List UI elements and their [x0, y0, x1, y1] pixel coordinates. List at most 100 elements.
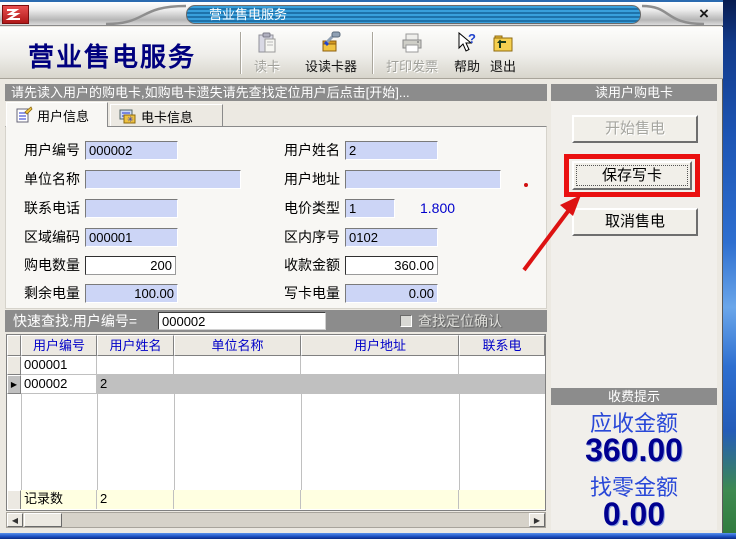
card-info-icon: ✳: [119, 107, 137, 125]
unit-name-field[interactable]: [85, 170, 241, 189]
row-selector-marker[interactable]: ▶: [7, 375, 21, 394]
print-invoice-button[interactable]: 打印发票: [377, 31, 447, 77]
quick-search-input[interactable]: [158, 312, 326, 330]
user-id-field[interactable]: 000002: [85, 141, 178, 160]
remain-power-field[interactable]: 100.00: [85, 284, 178, 303]
cancel-sale-button[interactable]: 取消售电: [572, 208, 698, 236]
tab-card-info[interactable]: ✳ 电卡信息: [110, 104, 223, 127]
tab-card-info-label: 电卡信息: [141, 107, 193, 126]
price-type-field[interactable]: 1: [345, 199, 395, 218]
reader-setup-icon: [319, 31, 343, 55]
tab-user-info-label: 用户信息: [37, 106, 89, 125]
footer-cell: [459, 490, 545, 509]
unit-name-label: 单位名称: [10, 170, 80, 189]
cell-unit-name[interactable]: [174, 375, 301, 394]
fee-panel-header: 收费提示: [551, 388, 717, 405]
quick-search-label: 快速查找:用户编号=: [13, 310, 137, 332]
card-reader-icon: [255, 31, 279, 55]
grid-line: [301, 394, 302, 491]
phone-label: 联系电话: [10, 199, 80, 218]
purchase-qty-label: 购电数量: [10, 256, 80, 275]
area-seq-label: 区内序号: [270, 228, 340, 247]
write-power-label: 写卡电量: [270, 284, 340, 303]
col-user-address[interactable]: 用户地址: [301, 335, 459, 356]
footer-selector-cell: [7, 490, 21, 509]
cell-user-id[interactable]: 000001: [21, 356, 97, 375]
page-title: 营业售电服务: [28, 37, 196, 74]
tab-user-info[interactable]: 用户信息: [6, 102, 108, 127]
scroll-right-button[interactable]: ▶: [529, 513, 545, 527]
change-amount-value: 0.00: [551, 496, 717, 533]
cell-user-address[interactable]: [301, 356, 459, 375]
right-panel-header: 读用户购电卡: [551, 84, 717, 101]
col-unit-name[interactable]: 单位名称: [174, 335, 301, 356]
row-selector[interactable]: [7, 356, 21, 375]
start-sale-button[interactable]: 开始售电: [572, 115, 698, 143]
printer-icon: [400, 31, 424, 55]
cell-user-id[interactable]: 000002: [21, 375, 97, 394]
cell-user-name[interactable]: 2: [97, 375, 174, 394]
area-code-label: 区域编码: [10, 228, 80, 247]
close-button[interactable]: ×: [695, 4, 713, 24]
price-rate-value: 1.800: [420, 200, 455, 216]
table-row-selected[interactable]: ▶ 000002 2: [7, 375, 545, 394]
user-name-label: 用户姓名: [270, 141, 340, 160]
area-seq-field[interactable]: 0102: [345, 228, 438, 247]
remain-power-label: 剩余电量: [10, 284, 80, 303]
setup-reader-button[interactable]: 设读卡器: [294, 31, 368, 77]
horizontal-scrollbar[interactable]: ◀ ▶: [6, 512, 546, 528]
table-corner-cell: [7, 335, 21, 356]
window-bottom-border: [0, 533, 736, 539]
app-window: 营业售电服务 × 营业售电服务 读卡 设读卡器: [0, 0, 723, 534]
grid-line: [174, 394, 175, 491]
svg-text:✳: ✳: [127, 115, 134, 124]
read-card-button[interactable]: 读卡: [244, 31, 290, 77]
table-footer-row: 记录数 2: [7, 490, 545, 509]
write-power-field[interactable]: 0.00: [345, 284, 438, 303]
user-id-label: 用户编号: [10, 141, 80, 160]
scroll-left-button[interactable]: ◀: [7, 513, 23, 527]
grid-line: [97, 394, 98, 491]
cell-phone[interactable]: [459, 375, 545, 394]
col-user-id[interactable]: 用户编号: [21, 335, 97, 356]
locate-confirm-checkbox[interactable]: [400, 315, 412, 327]
locate-confirm-label: 查找定位确认: [418, 310, 502, 332]
user-table: 用户编号 用户姓名 单位名称 用户地址 联系电 000001 ▶ 000002 …: [6, 334, 546, 511]
titlebar-curve-left: [106, 4, 188, 26]
phone-field[interactable]: [85, 199, 178, 218]
user-address-label: 用户地址: [270, 170, 340, 189]
footer-cell: [301, 490, 459, 509]
status-message: 请先读入用户的购电卡,如购电卡遗失请先查找定位用户后点击[开始]...: [5, 84, 547, 101]
table-header-row: 用户编号 用户姓名 单位名称 用户地址 联系电: [7, 335, 545, 356]
red-dot-annotation: [524, 183, 528, 187]
toolbar: 营业售电服务 读卡 设读卡器 打印发票: [0, 27, 723, 79]
table-row[interactable]: 000001: [7, 356, 545, 375]
scrollbar-thumb[interactable]: [24, 513, 62, 527]
read-card-label: 读卡: [244, 56, 290, 75]
title-bar: 营业售电服务 ×: [0, 0, 723, 26]
focus-ring: [576, 165, 688, 186]
purchase-qty-field[interactable]: 200: [85, 256, 176, 275]
col-phone[interactable]: 联系电: [459, 335, 545, 356]
user-name-field[interactable]: 2: [345, 141, 438, 160]
exit-icon: [491, 31, 515, 55]
cell-unit-name[interactable]: [174, 356, 301, 375]
cell-user-name[interactable]: [97, 356, 174, 375]
help-icon: ?: [455, 31, 479, 55]
toolbar-separator: [240, 32, 242, 74]
amount-due-value: 360.00: [551, 432, 717, 469]
quick-search-bar: 快速查找:用户编号= 查找定位确认: [5, 310, 547, 332]
receive-amount-label: 收款金额: [270, 256, 340, 275]
svg-text:?: ?: [468, 31, 476, 46]
save-write-card-button[interactable]: 保存写卡: [572, 161, 692, 190]
exit-button[interactable]: 退出: [482, 31, 524, 77]
exit-label: 退出: [482, 56, 524, 75]
receive-amount-field[interactable]: 360.00: [345, 256, 438, 275]
price-type-label: 电价类型: [270, 199, 340, 218]
cell-user-address[interactable]: [301, 375, 459, 394]
user-address-field[interactable]: [345, 170, 501, 189]
cell-phone[interactable]: [459, 356, 545, 375]
col-user-name[interactable]: 用户姓名: [97, 335, 174, 356]
area-code-field[interactable]: 000001: [85, 228, 178, 247]
user-info-icon: [15, 106, 33, 124]
